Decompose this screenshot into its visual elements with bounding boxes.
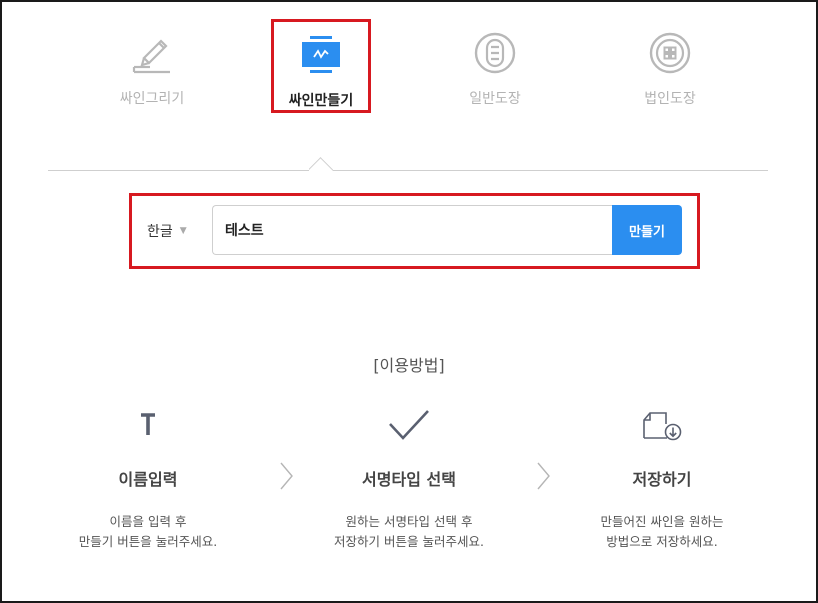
step-desc-line: 원하는 서명타입 선택 후 xyxy=(345,514,473,529)
step-description: 원하는 서명타입 선택 후 저장하기 버튼을 눌러주세요. xyxy=(334,512,484,552)
monitor-sign-icon xyxy=(299,26,343,84)
chevron-right-icon xyxy=(280,462,293,490)
corporate-stamp-icon xyxy=(648,24,692,82)
tab-corporate-stamp[interactable]: 법인도장 xyxy=(620,20,720,112)
language-value: 한글 xyxy=(147,224,173,240)
step-title: 이름입력 xyxy=(118,470,178,489)
step-enter-name: 이름입력 이름을 입력 후 만들기 버튼을 눌러주세요. xyxy=(48,400,248,552)
step-description: 만들어진 싸인을 원하는 방법으로 저장하세요. xyxy=(601,512,724,552)
step-title: 저장하기 xyxy=(632,470,692,489)
make-button[interactable]: 만들기 xyxy=(612,205,682,255)
tab-general-stamp[interactable]: 일반도장 xyxy=(445,20,545,112)
download-file-icon xyxy=(640,400,684,450)
tab-label: 일반도장 xyxy=(469,91,521,107)
step-desc-line: 이름을 입력 후 xyxy=(109,514,187,529)
step-desc-line: 방법으로 저장하세요. xyxy=(606,534,718,549)
round-stamp-icon xyxy=(473,24,517,82)
step-select-type: 서명타입 선택 원하는 서명타입 선택 후 저장하기 버튼을 눌러주세요. xyxy=(309,400,509,552)
step-desc-line: 만들어진 싸인을 원하는 xyxy=(600,514,724,529)
step-desc-line: 만들기 버튼을 눌러주세요. xyxy=(78,534,218,549)
tab-make-sign[interactable]: 싸인만들기 xyxy=(271,19,371,113)
step-desc-line: 저장하기 버튼을 눌러주세요. xyxy=(334,534,484,549)
tab-divider xyxy=(48,170,768,171)
name-input[interactable] xyxy=(212,205,612,255)
pen-sign-icon xyxy=(130,24,174,82)
howto-title: [이용방법] xyxy=(373,356,445,375)
step-title: 서명타입 선택 xyxy=(362,470,456,489)
step-save: 저장하기 만들어진 싸인을 원하는 방법으로 저장하세요. xyxy=(562,400,762,552)
language-select[interactable]: 한글 ▼ xyxy=(147,220,187,242)
chevron-right-icon xyxy=(537,462,550,490)
tab-label: 싸인만들기 xyxy=(288,93,354,109)
checkmark-icon xyxy=(387,400,431,450)
active-tab-pointer xyxy=(309,155,333,171)
tab-label: 법인도장 xyxy=(644,91,696,107)
caret-down-icon: ▼ xyxy=(179,226,187,236)
tab-label: 싸인그리기 xyxy=(119,91,185,107)
text-t-icon xyxy=(133,400,163,450)
step-description: 이름을 입력 후 만들기 버튼을 눌러주세요. xyxy=(79,512,217,552)
tab-draw-sign[interactable]: 싸인그리기 xyxy=(102,20,202,112)
